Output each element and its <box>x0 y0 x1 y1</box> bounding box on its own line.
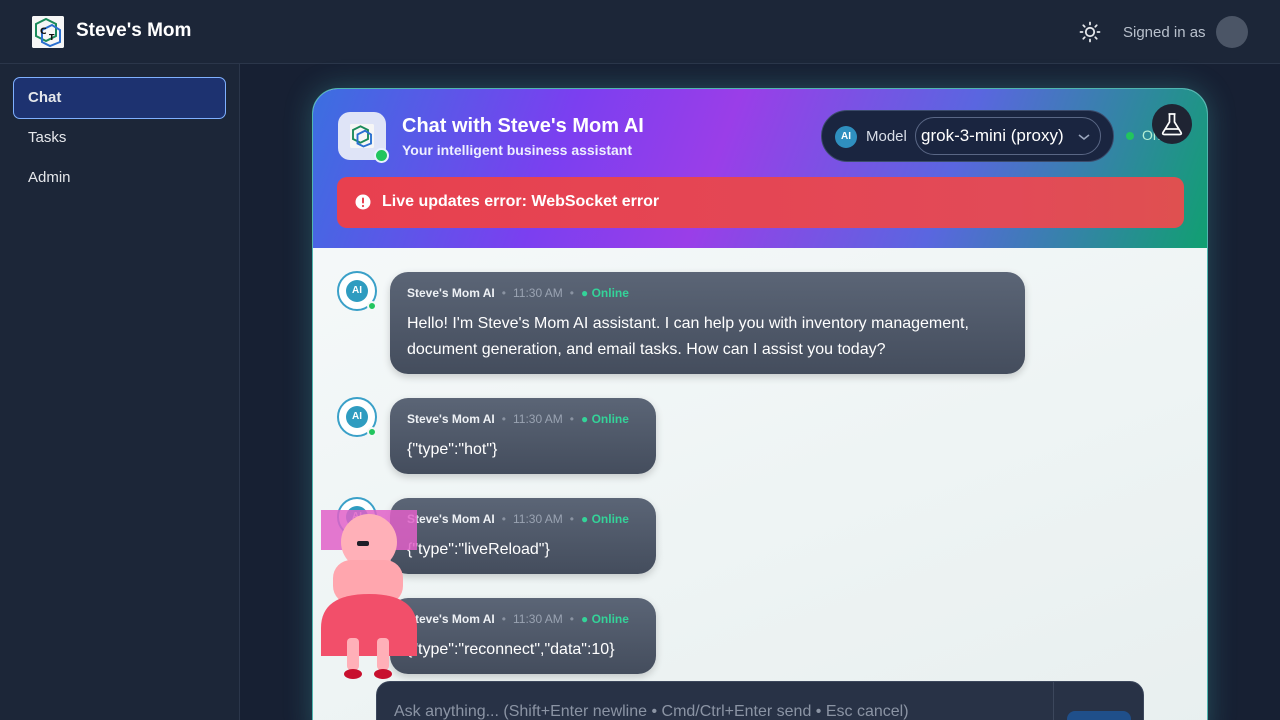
message-time: 11:30 AM <box>512 286 563 300</box>
model-selector-pill: AI Model grok-3-mini (proxy) <box>821 110 1114 162</box>
chat-panel: Chat with Steve's Mom AI Your intelligen… <box>312 88 1208 720</box>
sidebar-item-admin[interactable]: Admin <box>13 157 226 199</box>
svg-text:C: C <box>40 27 47 37</box>
message-meta: Steve's Mom AI • 11:30 AM • ● Online <box>407 612 629 626</box>
ai-avatar: AI <box>337 397 377 437</box>
alert-circle-icon <box>355 194 371 210</box>
message-text: {"type":"liveReload"} <box>407 541 550 558</box>
ai-online-dot <box>367 427 377 437</box>
sun-icon[interactable] <box>1078 20 1102 44</box>
model-label: Model <box>866 128 907 145</box>
signed-in-label: Signed in as <box>1123 24 1206 41</box>
message-sender: Steve's Mom AI <box>407 612 495 626</box>
message-bubble: Steve's Mom AI • 11:30 AM • ● Online {"type"… <box>390 598 656 674</box>
svg-text:T: T <box>49 33 55 42</box>
message-time: 11:30 AM <box>512 512 563 526</box>
online-indicator <box>374 148 389 163</box>
message-meta: Steve's Mom AI • 11:30 AM • ● Online <box>407 286 629 300</box>
chat-subtitle: Your intelligent business assistant <box>402 142 633 158</box>
message-status: Online <box>591 412 629 426</box>
sidebar-item-tasks[interactable]: Tasks <box>13 117 226 159</box>
message-time: 11:30 AM <box>512 612 563 626</box>
message-bubble: Steve's Mom AI • 11:30 AM • ● Online Hello! … <box>390 272 1025 374</box>
chevron-down-icon <box>1078 134 1090 141</box>
chat-logo-image <box>350 124 374 148</box>
message-bubble: Steve's Mom AI • 11:30 AM • ● Online {"type"… <box>390 398 656 474</box>
status-dot <box>1126 132 1134 140</box>
send-button[interactable] <box>1067 711 1131 720</box>
message-line: Hello! I'm Steve's Mom AI assistant. I c… <box>407 315 969 332</box>
model-ai-badge: AI <box>835 126 857 148</box>
mascot-character[interactable] <box>321 498 417 680</box>
chat-title: Chat with Steve's Mom AI <box>402 115 644 137</box>
model-select[interactable]: grok-3-mini (proxy) <box>915 117 1101 155</box>
message-text: Hello! I'm Steve's Mom AI assistant. I c… <box>407 311 969 363</box>
message-text: {"type":"reconnect","data":10} <box>407 641 615 658</box>
error-message: Live updates error: WebSocket error <box>382 193 660 210</box>
ai-avatar-label: AI <box>346 280 368 302</box>
message-status: Online <box>591 512 629 526</box>
ai-avatar: AI <box>337 271 377 311</box>
error-banner: Live updates error: WebSocket error <box>337 177 1184 228</box>
model-select-value: grok-3-mini (proxy) <box>921 126 1064 145</box>
message-input-placeholder: Ask anything... (Shift+Enter newline • C… <box>394 703 909 720</box>
flask-icon[interactable] <box>1152 104 1192 144</box>
message-sender: Steve's Mom AI <box>407 286 495 300</box>
message-status: Online <box>591 612 629 626</box>
message-line: document generation, and email tasks. Ho… <box>407 341 886 358</box>
brand-logo[interactable]: C T <box>32 16 64 48</box>
chat-header: Chat with Steve's Mom AI Your intelligen… <box>313 89 1207 248</box>
message-status: Online <box>591 286 629 300</box>
sidebar: Chat Tasks Admin <box>0 64 240 720</box>
message-time: 11:30 AM <box>512 412 563 426</box>
message-meta: Steve's Mom AI • 11:30 AM • ● Online <box>407 412 629 426</box>
message-text: {"type":"hot"} <box>407 441 498 458</box>
top-bar: C T Steve's Mom Signed in as <box>0 0 1280 64</box>
ai-avatar-label: AI <box>346 406 368 428</box>
sidebar-item-chat[interactable]: Chat <box>13 77 226 119</box>
user-avatar[interactable] <box>1216 16 1248 48</box>
message-sender: Steve's Mom AI <box>407 412 495 426</box>
message-bubble: Steve's Mom AI • 11:30 AM • ● Online {"type"… <box>390 498 656 574</box>
message-meta: Steve's Mom AI • 11:30 AM • ● Online <box>407 512 629 526</box>
brand-name: Steve's Mom <box>76 20 192 41</box>
ai-online-dot <box>367 301 377 311</box>
message-sender: Steve's Mom AI <box>407 512 495 526</box>
message-input[interactable]: Ask anything... (Shift+Enter newline • C… <box>377 682 1054 720</box>
composer: Ask anything... (Shift+Enter newline • C… <box>376 681 1144 720</box>
